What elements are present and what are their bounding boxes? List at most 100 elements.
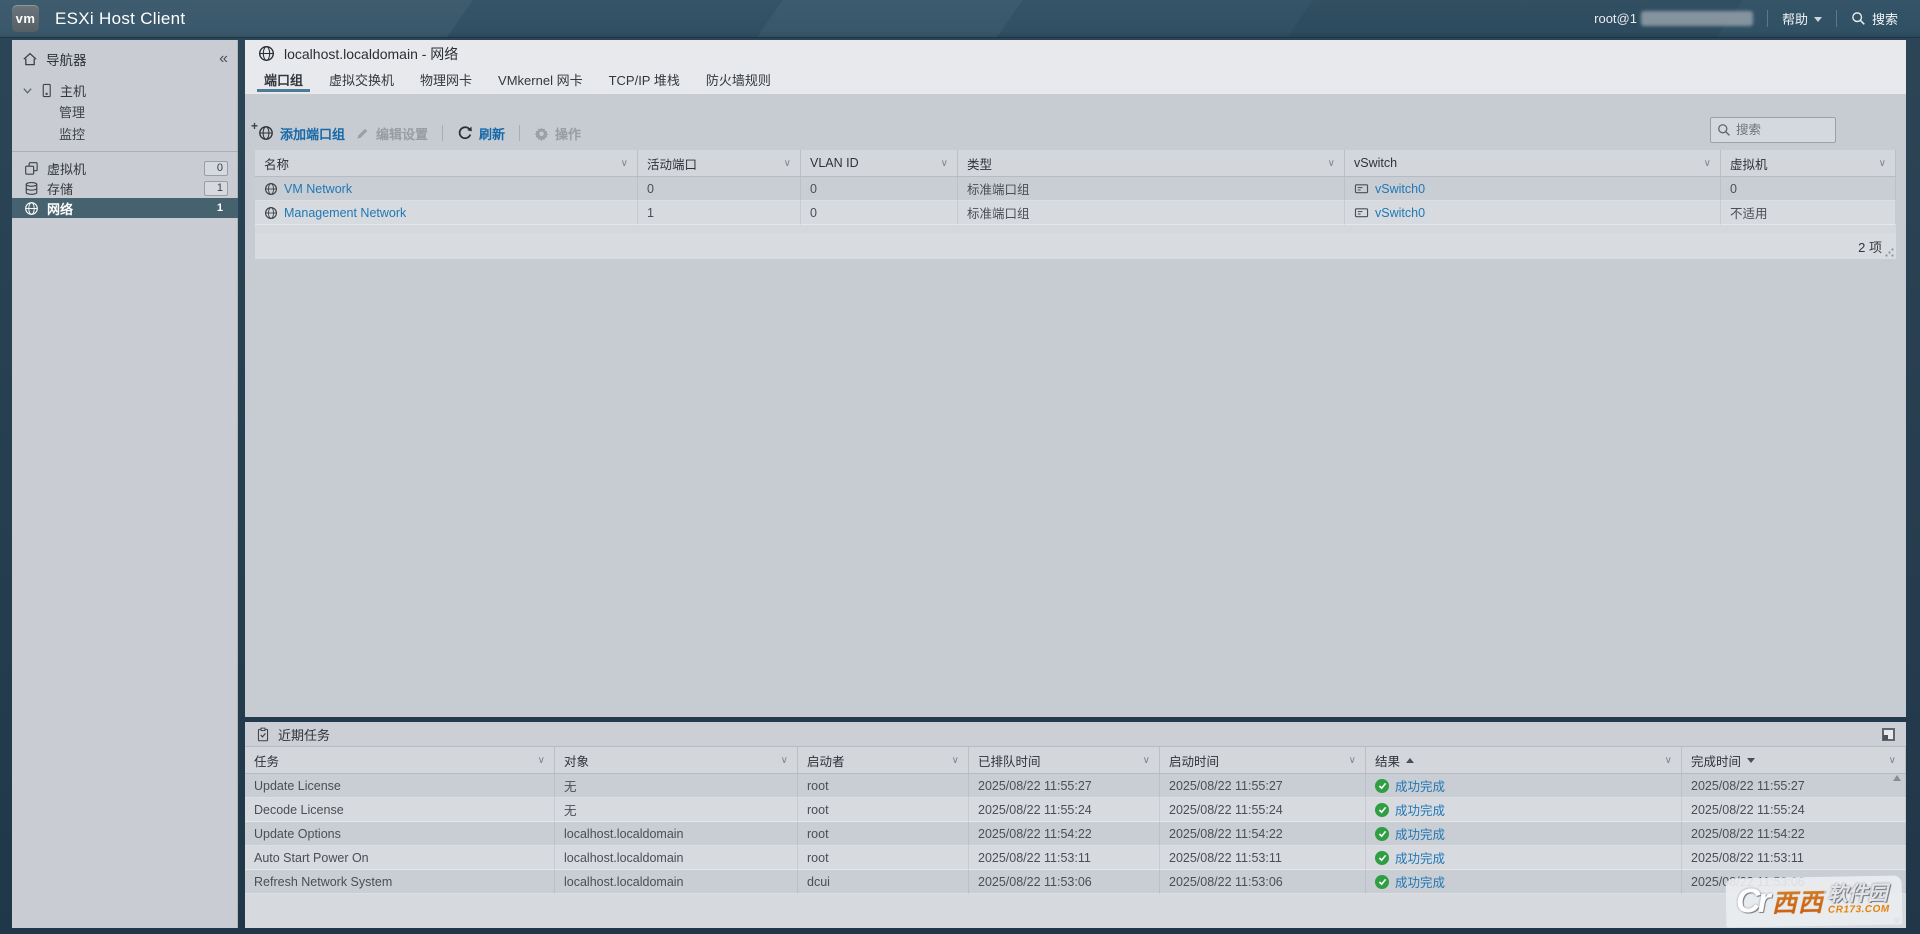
tab-vmkernel-nics[interactable]: VMkernel 网卡: [485, 67, 596, 94]
page-title: localhost.localdomain - 网络: [284, 45, 459, 62]
portgroup-link[interactable]: Management Network: [284, 206, 406, 220]
refresh-label: 刷新: [479, 126, 506, 142]
resize-grip[interactable]: [1885, 248, 1894, 257]
column-menu-icon[interactable]: ∨: [1665, 755, 1672, 766]
add-portgroup-button[interactable]: + 添加端口组: [251, 119, 345, 143]
column-label: 对象: [564, 754, 590, 769]
task-result-link[interactable]: 成功完成: [1395, 872, 1445, 891]
task-result-link[interactable]: 成功完成: [1395, 800, 1445, 819]
cell-result: 成功完成: [1366, 798, 1682, 822]
column-label: 活动端口: [647, 157, 698, 172]
column-header-result[interactable]: 结果 ∨: [1366, 747, 1682, 773]
vswitch-link[interactable]: vSwitch0: [1375, 206, 1425, 220]
column-menu-icon[interactable]: ∨: [952, 755, 959, 766]
cell-started: 2025/08/22 11:53:06: [1160, 870, 1366, 894]
column-label: 虚拟机: [1730, 157, 1768, 172]
table-row[interactable]: Management Network 1 0 标准端口组 vSwitch0 不适…: [255, 201, 1896, 225]
sidebar-collapse-button[interactable]: «: [219, 50, 228, 68]
task-row[interactable]: Update Options localhost.localdomain roo…: [245, 822, 1906, 846]
topbar-right-cluster: root@1 帮助 搜索: [1594, 9, 1920, 28]
column-label: VLAN ID: [810, 156, 859, 170]
task-row[interactable]: Refresh Network System localhost.localdo…: [245, 870, 1906, 894]
column-menu-icon[interactable]: ∨: [1143, 755, 1150, 766]
watermark-right: 软件园 CR173.COM: [1828, 883, 1890, 916]
tab-tcpip-stacks[interactable]: TCP/IP 堆栈: [596, 67, 693, 94]
portgroup-globe-icon: [259, 126, 273, 140]
cell-initiator: root: [798, 774, 969, 798]
cell-target: localhost.localdomain: [555, 870, 798, 894]
column-header-vms[interactable]: 虚拟机 ∨: [1721, 150, 1896, 176]
cell-result: 成功完成: [1366, 870, 1682, 894]
column-header-name[interactable]: 名称 ∨: [255, 150, 638, 176]
main-content: + 添加端口组 编辑设置 刷新 操作 搜索 名称 ∨ 活动端口 ∨ VLAN I…: [245, 117, 1906, 717]
column-menu-icon[interactable]: ∨: [538, 755, 545, 766]
task-result-link[interactable]: 成功完成: [1395, 776, 1445, 795]
topbar-divider: [1835, 10, 1837, 27]
scroll-up-icon[interactable]: [1893, 775, 1901, 781]
refresh-button[interactable]: 刷新: [457, 124, 505, 143]
actions-button[interactable]: 操作: [534, 124, 581, 143]
column-menu-icon[interactable]: ∨: [1704, 158, 1711, 169]
column-menu-icon[interactable]: ∨: [941, 158, 948, 169]
edit-settings-button[interactable]: 编辑设置: [355, 124, 428, 143]
tab-virtual-switches[interactable]: 虚拟交换机: [316, 67, 407, 94]
table-search-input[interactable]: [1736, 123, 1826, 137]
tasks-clipboard-icon: [257, 727, 269, 741]
global-search-button[interactable]: 搜索: [1851, 9, 1898, 28]
main-tabs: 端口组 虚拟交换机 物理网卡 VMkernel 网卡 TCP/IP 堆栈 防火墙…: [245, 67, 1906, 94]
column-header-type[interactable]: 类型 ∨: [958, 150, 1345, 176]
column-menu-icon[interactable]: ∨: [1328, 158, 1335, 169]
column-header-started[interactable]: 启动时间 ∨: [1160, 747, 1366, 773]
help-menu[interactable]: 帮助: [1782, 9, 1822, 28]
success-icon: [1375, 850, 1389, 865]
portgroup-link[interactable]: VM Network: [284, 182, 352, 196]
vswitch-link[interactable]: vSwitch0: [1375, 182, 1425, 196]
task-result-link[interactable]: 成功完成: [1395, 824, 1445, 843]
task-result-link[interactable]: 成功完成: [1395, 848, 1445, 867]
column-header-target[interactable]: 对象 ∨: [555, 747, 798, 773]
cell-active-ports: 1: [638, 201, 801, 225]
tasks-table-header: 任务 ∨ 对象 ∨ 启动者 ∨ 已排队时间 ∨ 启动时间 ∨ 结果 ∨ 完成时间 ∨: [245, 747, 1906, 774]
portgroups-table-header: 名称 ∨ 活动端口 ∨ VLAN ID ∨ 类型 ∨ vSwitch ∨ 虚拟机 ∨: [255, 150, 1896, 177]
tree-expander-icon[interactable]: [22, 85, 33, 96]
table-search-box[interactable]: [1710, 117, 1836, 143]
host-network-icon: [259, 46, 274, 61]
task-row[interactable]: Update License 无 root 2025/08/22 11:55:2…: [245, 774, 1906, 798]
column-menu-icon[interactable]: ∨: [621, 158, 628, 169]
column-header-queued[interactable]: 已排队时间 ∨: [969, 747, 1160, 773]
sidebar-item-storage[interactable]: 存储 1: [12, 178, 238, 198]
home-icon: [23, 52, 37, 66]
table-row[interactable]: VM Network 0 0 标准端口组 vSwitch0 0: [255, 177, 1896, 201]
sidebar-item-virtual-machines[interactable]: 虚拟机 0: [12, 158, 238, 178]
cell-task: Decode License: [245, 798, 555, 822]
column-menu-icon[interactable]: ∨: [1349, 755, 1356, 766]
column-header-task[interactable]: 任务 ∨: [245, 747, 555, 773]
tab-physical-nics[interactable]: 物理网卡: [407, 67, 485, 94]
column-menu-icon[interactable]: ∨: [1879, 158, 1886, 169]
sidebar-item-manage[interactable]: 管理: [12, 101, 238, 122]
sidebar-item-host[interactable]: 主机: [12, 80, 238, 101]
column-header-vlan-id[interactable]: VLAN ID ∨: [801, 150, 958, 176]
column-header-initiator[interactable]: 启动者 ∨: [798, 747, 969, 773]
column-header-active-ports[interactable]: 活动端口 ∨: [638, 150, 801, 176]
popout-panel-icon[interactable]: [1882, 727, 1895, 741]
column-menu-icon[interactable]: ∨: [1889, 755, 1896, 766]
sidebar-item-monitor[interactable]: 监控: [12, 123, 238, 144]
column-header-vswitch[interactable]: vSwitch ∨: [1345, 150, 1721, 176]
success-icon: [1375, 802, 1389, 817]
tab-firewall-rules[interactable]: 防火墙规则: [693, 67, 784, 94]
chevron-down-icon: [1813, 17, 1822, 22]
task-row[interactable]: Auto Start Power On localhost.localdomai…: [245, 846, 1906, 870]
tab-port-groups[interactable]: 端口组: [251, 67, 316, 94]
column-header-completed[interactable]: 完成时间 ∨: [1682, 747, 1906, 773]
site-watermark: Cr 西西 软件园 CR173.COM: [1726, 875, 1903, 928]
column-menu-icon[interactable]: ∨: [784, 158, 791, 169]
column-label: 启动者: [807, 754, 845, 769]
column-menu-icon[interactable]: ∨: [781, 755, 788, 766]
task-row[interactable]: Decode License 无 root 2025/08/22 11:55:2…: [245, 798, 1906, 822]
navigator-header: 导航器 «: [12, 46, 238, 72]
toolbar-divider: [519, 125, 521, 141]
user-menu[interactable]: root@1: [1594, 11, 1753, 26]
sidebar-item-network[interactable]: 网络 1: [12, 198, 238, 218]
cell-vms: 0: [1721, 177, 1896, 201]
